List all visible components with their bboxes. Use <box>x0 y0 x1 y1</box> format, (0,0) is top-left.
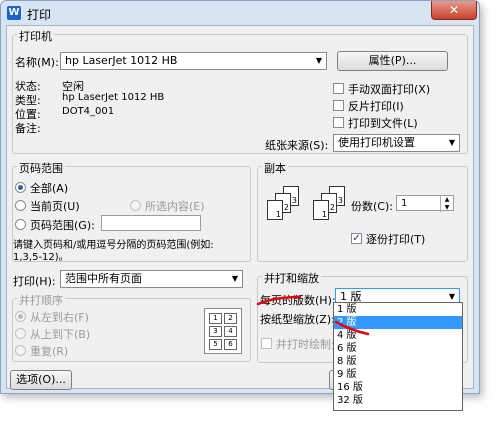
annotation-overlay <box>256 295 370 336</box>
annotation-underline <box>256 295 302 306</box>
annotation-underline <box>334 320 370 336</box>
